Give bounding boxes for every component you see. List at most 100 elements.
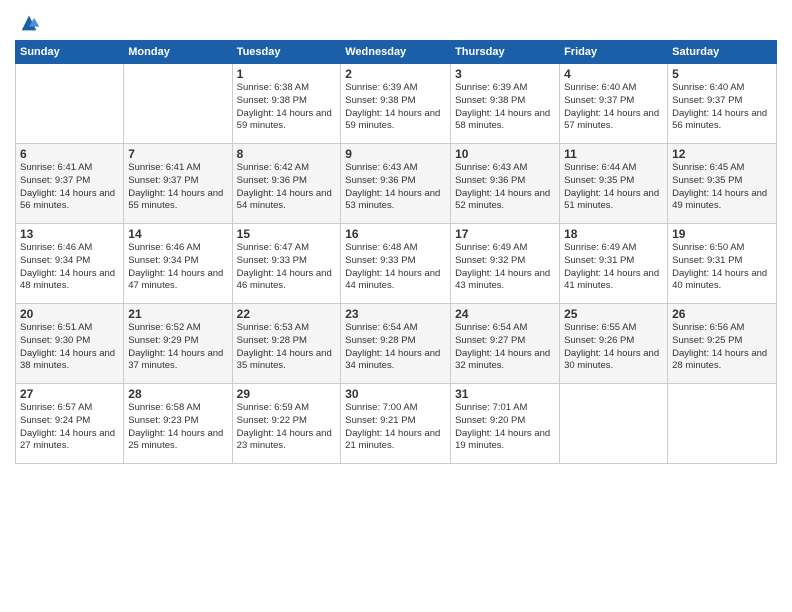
calendar-cell: 7Sunrise: 6:41 AMSunset: 9:37 PMDaylight…	[124, 144, 232, 224]
calendar-cell: 24Sunrise: 6:54 AMSunset: 9:27 PMDayligh…	[451, 304, 560, 384]
calendar-cell: 30Sunrise: 7:00 AMSunset: 9:21 PMDayligh…	[341, 384, 451, 464]
day-info: Sunrise: 6:52 AMSunset: 9:29 PMDaylight:…	[128, 322, 227, 373]
day-info: Sunrise: 6:41 AMSunset: 9:37 PMDaylight:…	[20, 162, 119, 213]
calendar-cell: 15Sunrise: 6:47 AMSunset: 9:33 PMDayligh…	[232, 224, 341, 304]
day-number: 10	[455, 147, 555, 161]
day-number: 28	[128, 387, 227, 401]
day-info: Sunrise: 6:56 AMSunset: 9:25 PMDaylight:…	[672, 322, 772, 373]
day-number: 11	[564, 147, 663, 161]
day-info: Sunrise: 6:41 AMSunset: 9:37 PMDaylight:…	[128, 162, 227, 213]
day-info: Sunrise: 6:49 AMSunset: 9:32 PMDaylight:…	[455, 242, 555, 293]
calendar-cell: 29Sunrise: 6:59 AMSunset: 9:22 PMDayligh…	[232, 384, 341, 464]
day-info: Sunrise: 6:43 AMSunset: 9:36 PMDaylight:…	[345, 162, 446, 213]
calendar-cell: 22Sunrise: 6:53 AMSunset: 9:28 PMDayligh…	[232, 304, 341, 384]
day-info: Sunrise: 6:59 AMSunset: 9:22 PMDaylight:…	[237, 402, 337, 453]
day-number: 3	[455, 67, 555, 81]
day-info: Sunrise: 6:39 AMSunset: 9:38 PMDaylight:…	[455, 82, 555, 133]
day-number: 16	[345, 227, 446, 241]
day-number: 7	[128, 147, 227, 161]
col-sunday: Sunday	[16, 41, 124, 64]
day-number: 21	[128, 307, 227, 321]
calendar-cell: 1Sunrise: 6:38 AMSunset: 9:38 PMDaylight…	[232, 64, 341, 144]
calendar-cell: 13Sunrise: 6:46 AMSunset: 9:34 PMDayligh…	[16, 224, 124, 304]
day-number: 18	[564, 227, 663, 241]
calendar-table: Sunday Monday Tuesday Wednesday Thursday…	[15, 40, 777, 464]
col-monday: Monday	[124, 41, 232, 64]
day-number: 19	[672, 227, 772, 241]
calendar-cell: 18Sunrise: 6:49 AMSunset: 9:31 PMDayligh…	[560, 224, 668, 304]
day-number: 12	[672, 147, 772, 161]
day-info: Sunrise: 6:53 AMSunset: 9:28 PMDaylight:…	[237, 322, 337, 373]
day-number: 13	[20, 227, 119, 241]
calendar-week-row: 1Sunrise: 6:38 AMSunset: 9:38 PMDaylight…	[16, 64, 777, 144]
day-number: 26	[672, 307, 772, 321]
calendar-cell: 11Sunrise: 6:44 AMSunset: 9:35 PMDayligh…	[560, 144, 668, 224]
calendar-cell: 25Sunrise: 6:55 AMSunset: 9:26 PMDayligh…	[560, 304, 668, 384]
day-info: Sunrise: 6:57 AMSunset: 9:24 PMDaylight:…	[20, 402, 119, 453]
calendar-cell: 3Sunrise: 6:39 AMSunset: 9:38 PMDaylight…	[451, 64, 560, 144]
day-info: Sunrise: 6:46 AMSunset: 9:34 PMDaylight:…	[20, 242, 119, 293]
day-number: 24	[455, 307, 555, 321]
day-number: 2	[345, 67, 446, 81]
calendar-cell: 20Sunrise: 6:51 AMSunset: 9:30 PMDayligh…	[16, 304, 124, 384]
calendar-cell: 6Sunrise: 6:41 AMSunset: 9:37 PMDaylight…	[16, 144, 124, 224]
day-info: Sunrise: 6:46 AMSunset: 9:34 PMDaylight:…	[128, 242, 227, 293]
day-number: 23	[345, 307, 446, 321]
day-info: Sunrise: 6:43 AMSunset: 9:36 PMDaylight:…	[455, 162, 555, 213]
calendar-cell: 21Sunrise: 6:52 AMSunset: 9:29 PMDayligh…	[124, 304, 232, 384]
calendar-cell	[124, 64, 232, 144]
day-number: 9	[345, 147, 446, 161]
day-number: 15	[237, 227, 337, 241]
day-info: Sunrise: 6:44 AMSunset: 9:35 PMDaylight:…	[564, 162, 663, 213]
day-info: Sunrise: 6:38 AMSunset: 9:38 PMDaylight:…	[237, 82, 337, 133]
day-info: Sunrise: 6:55 AMSunset: 9:26 PMDaylight:…	[564, 322, 663, 373]
day-info: Sunrise: 6:40 AMSunset: 9:37 PMDaylight:…	[564, 82, 663, 133]
calendar-week-row: 20Sunrise: 6:51 AMSunset: 9:30 PMDayligh…	[16, 304, 777, 384]
calendar-cell: 23Sunrise: 6:54 AMSunset: 9:28 PMDayligh…	[341, 304, 451, 384]
calendar-week-row: 13Sunrise: 6:46 AMSunset: 9:34 PMDayligh…	[16, 224, 777, 304]
calendar-week-row: 27Sunrise: 6:57 AMSunset: 9:24 PMDayligh…	[16, 384, 777, 464]
day-number: 20	[20, 307, 119, 321]
day-info: Sunrise: 6:58 AMSunset: 9:23 PMDaylight:…	[128, 402, 227, 453]
page: Sunday Monday Tuesday Wednesday Thursday…	[0, 0, 792, 612]
day-info: Sunrise: 7:00 AMSunset: 9:21 PMDaylight:…	[345, 402, 446, 453]
day-info: Sunrise: 6:42 AMSunset: 9:36 PMDaylight:…	[237, 162, 337, 213]
day-info: Sunrise: 6:50 AMSunset: 9:31 PMDaylight:…	[672, 242, 772, 293]
calendar-cell: 4Sunrise: 6:40 AMSunset: 9:37 PMDaylight…	[560, 64, 668, 144]
col-thursday: Thursday	[451, 41, 560, 64]
day-number: 29	[237, 387, 337, 401]
calendar-cell: 10Sunrise: 6:43 AMSunset: 9:36 PMDayligh…	[451, 144, 560, 224]
calendar-cell: 26Sunrise: 6:56 AMSunset: 9:25 PMDayligh…	[668, 304, 777, 384]
day-number: 27	[20, 387, 119, 401]
day-info: Sunrise: 7:01 AMSunset: 9:20 PMDaylight:…	[455, 402, 555, 453]
calendar-cell	[668, 384, 777, 464]
day-info: Sunrise: 6:54 AMSunset: 9:27 PMDaylight:…	[455, 322, 555, 373]
calendar-cell	[560, 384, 668, 464]
col-tuesday: Tuesday	[232, 41, 341, 64]
day-number: 14	[128, 227, 227, 241]
day-number: 4	[564, 67, 663, 81]
calendar-cell: 9Sunrise: 6:43 AMSunset: 9:36 PMDaylight…	[341, 144, 451, 224]
day-number: 5	[672, 67, 772, 81]
calendar-cell: 5Sunrise: 6:40 AMSunset: 9:37 PMDaylight…	[668, 64, 777, 144]
day-info: Sunrise: 6:40 AMSunset: 9:37 PMDaylight:…	[672, 82, 772, 133]
day-number: 22	[237, 307, 337, 321]
header	[15, 10, 777, 34]
day-number: 17	[455, 227, 555, 241]
calendar-week-row: 6Sunrise: 6:41 AMSunset: 9:37 PMDaylight…	[16, 144, 777, 224]
day-number: 31	[455, 387, 555, 401]
day-info: Sunrise: 6:51 AMSunset: 9:30 PMDaylight:…	[20, 322, 119, 373]
day-number: 30	[345, 387, 446, 401]
col-saturday: Saturday	[668, 41, 777, 64]
calendar-cell: 31Sunrise: 7:01 AMSunset: 9:20 PMDayligh…	[451, 384, 560, 464]
logo-icon	[18, 12, 40, 34]
day-info: Sunrise: 6:49 AMSunset: 9:31 PMDaylight:…	[564, 242, 663, 293]
calendar-cell: 28Sunrise: 6:58 AMSunset: 9:23 PMDayligh…	[124, 384, 232, 464]
calendar-header-row: Sunday Monday Tuesday Wednesday Thursday…	[16, 41, 777, 64]
day-info: Sunrise: 6:54 AMSunset: 9:28 PMDaylight:…	[345, 322, 446, 373]
calendar-cell: 12Sunrise: 6:45 AMSunset: 9:35 PMDayligh…	[668, 144, 777, 224]
col-friday: Friday	[560, 41, 668, 64]
day-number: 6	[20, 147, 119, 161]
day-number: 25	[564, 307, 663, 321]
calendar-cell: 14Sunrise: 6:46 AMSunset: 9:34 PMDayligh…	[124, 224, 232, 304]
